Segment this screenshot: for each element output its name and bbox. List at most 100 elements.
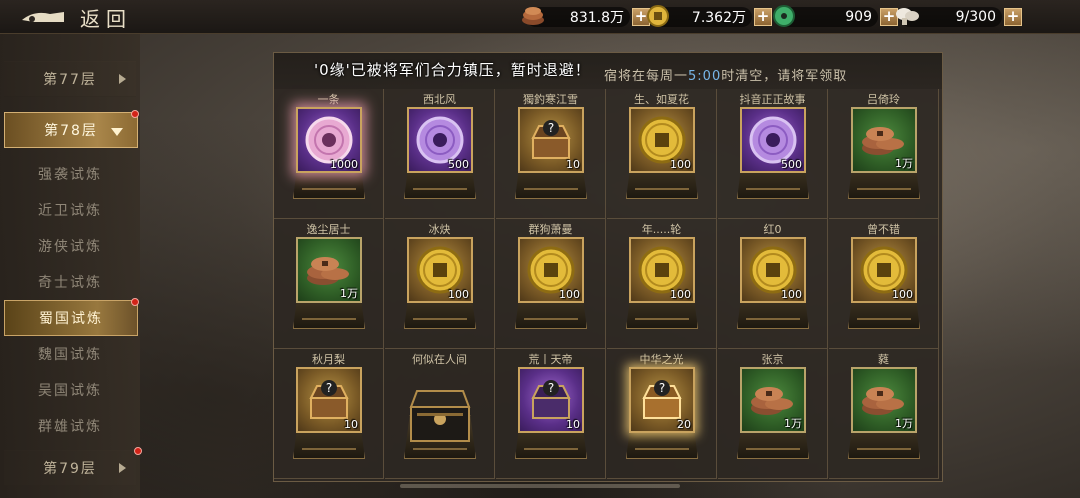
reward-slot[interactable]: 吕倚玲 1万	[829, 89, 939, 219]
reward-quantity: 100	[448, 288, 469, 301]
mushroom-value: 9/300	[955, 9, 996, 25]
reward-item[interactable]: 1万	[851, 367, 917, 433]
player-name: 群狗萧曼	[528, 223, 573, 236]
player-name: 一条	[317, 93, 340, 106]
chevron-right-icon	[119, 74, 126, 84]
add-mushroom-button[interactable]: +	[1004, 8, 1022, 26]
reward-quantity: 100	[892, 288, 913, 301]
reward-item[interactable]: 100	[851, 237, 917, 303]
reward-slot[interactable]: 一条 1000	[274, 89, 384, 219]
reset-notice-time: 5:00	[688, 69, 722, 84]
reset-notice: 宿将在每周一5:00时清空，请将军领取	[604, 65, 847, 84]
player-name: 冰炔	[428, 223, 451, 236]
svg-text:?: ?	[659, 381, 665, 395]
player-name: 蕤	[878, 353, 889, 366]
player-name: 张京	[761, 353, 784, 366]
jade-value: 909	[845, 9, 872, 25]
gold-coin-icon	[647, 5, 669, 27]
reward-item[interactable]: 100	[629, 237, 695, 303]
reward-slot[interactable]: 何似在人间	[385, 349, 495, 479]
sidebar-floor-79[interactable]: 第79层	[0, 447, 142, 486]
reward-item[interactable]: ? 20	[629, 367, 695, 433]
reward-item[interactable]: 100	[629, 107, 695, 173]
reward-quantity: 500	[448, 158, 469, 171]
mushroom-icon	[896, 8, 919, 25]
reward-slot[interactable]: 獨釣寒江雪? 10	[496, 89, 606, 219]
resource-jade: 909 +	[773, 5, 898, 28]
resource-copper: 831.8万 +	[522, 6, 650, 28]
sidebar-trial-assault[interactable]: 强袭试炼	[0, 156, 140, 192]
reward-slot[interactable]: 秋月梨? 10	[274, 349, 384, 479]
reward-item[interactable]: 1万	[296, 237, 362, 303]
svg-text:?: ?	[326, 381, 332, 395]
reward-slot[interactable]: 蕤 1万	[829, 349, 939, 479]
resource-gold: 7.362万 +	[647, 5, 772, 28]
reward-slot[interactable]: 群狗萧曼 100	[496, 219, 606, 349]
sidebar-trial-heroes[interactable]: 群雄试炼	[0, 408, 140, 444]
reward-item[interactable]: ? 10	[518, 367, 584, 433]
reward-item[interactable]: ? 10	[296, 367, 362, 433]
top-bar: 返回 831.8万 + 7.362万 + 909 + 9/300 +	[0, 0, 1080, 34]
sidebar-item-label: 吴国试炼	[38, 383, 102, 399]
sidebar-item-label: 群雄试炼	[38, 419, 102, 435]
player-name: 何似在人间	[412, 353, 467, 366]
sidebar-trial-wu[interactable]: 吴国试炼	[0, 372, 140, 408]
reward-slot[interactable]: 张京 1万	[718, 349, 828, 479]
reward-item[interactable]: 1万	[851, 107, 917, 173]
sidebar-floor-77[interactable]: 第77层	[0, 61, 140, 97]
add-gold-button[interactable]: +	[754, 8, 772, 26]
sidebar-item-label: 第79层	[43, 461, 97, 477]
reward-slot[interactable]: 曾不错 100	[829, 219, 939, 349]
notice-banner: 宿将在每周一5:00时清空，请将军领取 '0缘'已被将军们合力镇压，暂时退避！	[274, 53, 942, 89]
gold-value: 7.362万	[691, 10, 746, 26]
horizontal-scrollbar[interactable]	[400, 484, 680, 488]
reward-slot[interactable]: 荒丨天帝? 10	[496, 349, 606, 479]
sidebar-trial-wei[interactable]: 魏国试炼	[0, 336, 140, 372]
notification-dot	[134, 447, 142, 455]
reward-item[interactable]: 100	[407, 237, 473, 303]
reward-quantity: 10	[566, 418, 580, 431]
player-name: 西北风	[423, 93, 456, 106]
player-name: 荒丨天帝	[528, 353, 573, 366]
sidebar-item-label: 第78层	[44, 123, 98, 139]
reward-slot[interactable]: 红0 100	[718, 219, 828, 349]
reward-quantity: 500	[781, 158, 802, 171]
reset-notice-pre: 宿将在每周一	[604, 69, 689, 84]
reward-item[interactable]: 100	[740, 237, 806, 303]
reward-slot[interactable]: 逸尘居士 1万	[274, 219, 384, 349]
reward-item[interactable]: 100	[518, 237, 584, 303]
notification-dot	[131, 298, 139, 306]
reward-item[interactable]: 500	[740, 107, 806, 173]
reward-item[interactable]: 500	[407, 107, 473, 173]
reward-slot[interactable]: 中华之光? 20	[607, 349, 717, 479]
reward-quantity: 1万	[340, 287, 358, 300]
sidebar-item-label: 近卫试炼	[38, 203, 102, 219]
sidebar-floor-78[interactable]: 第78层	[4, 110, 139, 148]
reward-item[interactable]: 1000	[296, 107, 362, 173]
reward-slot[interactable]: 抖音正正故事 500	[718, 89, 828, 219]
reward-quantity: 100	[670, 288, 691, 301]
player-name: 年.....轮	[641, 223, 682, 236]
sidebar-trial-ranger[interactable]: 游侠试炼	[0, 228, 140, 264]
player-name: 生、如夏花	[634, 93, 689, 106]
sidebar-item-label: 强袭试炼	[38, 167, 102, 183]
sidebar-trial-shu[interactable]: 蜀国试炼	[4, 298, 139, 336]
player-name: 獨釣寒江雪	[523, 93, 578, 106]
reward-quantity: 100	[559, 288, 580, 301]
sidebar-trial-guard[interactable]: 近卫试炼	[0, 192, 140, 228]
reward-item[interactable]: ? 10	[518, 107, 584, 173]
copper-value: 831.8万	[569, 10, 624, 26]
sidebar-item-label: 蜀国试炼	[39, 311, 103, 327]
reward-slot[interactable]: 冰炔 100	[385, 219, 495, 349]
chevron-right-icon	[119, 463, 126, 473]
notification-dot	[131, 110, 139, 118]
sidebar-trial-strategist[interactable]: 奇士试炼	[0, 264, 140, 300]
reward-slot[interactable]: 生、如夏花 100	[607, 89, 717, 219]
reward-slot[interactable]: 西北风 500	[385, 89, 495, 219]
copper-ingot-icon	[522, 7, 544, 25]
back-button[interactable]: 返回	[20, 4, 132, 31]
reward-item[interactable]: 1万	[740, 367, 806, 433]
back-arrow-icon	[22, 12, 64, 22]
reward-slot[interactable]: 年.....轮 100	[607, 219, 717, 349]
reward-quantity: 1万	[895, 157, 913, 170]
